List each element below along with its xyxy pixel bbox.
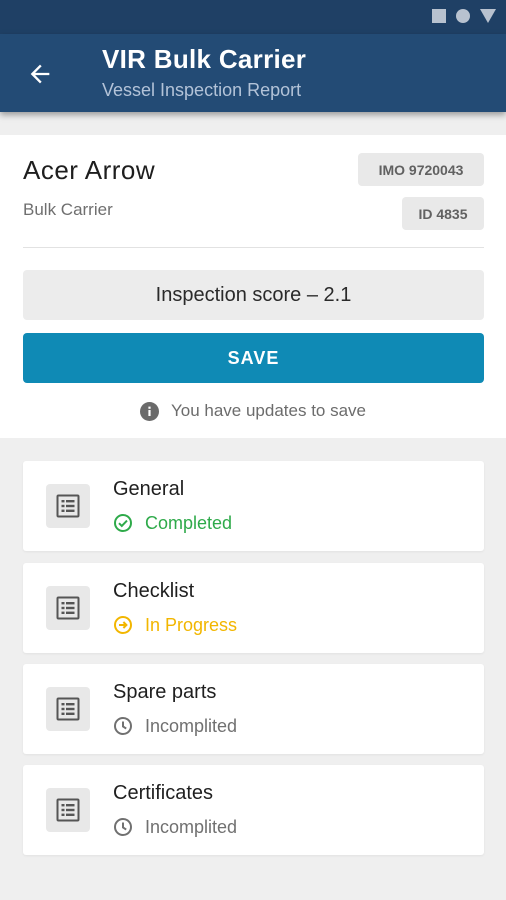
- id-badge: ID 4835: [402, 197, 484, 230]
- vessel-type: Bulk Carrier: [23, 200, 113, 219]
- app-bar: VIR Bulk Carrier Vessel Inspection Repor…: [0, 34, 506, 112]
- section-card-spare-parts[interactable]: Spare parts Incomplited: [23, 664, 484, 754]
- section-card-general[interactable]: General Completed: [23, 461, 484, 551]
- vessel-summary-card: Acer Arrow Bulk Carrier IMO 9720043 ID 4…: [0, 135, 506, 438]
- vessel-name: Acer Arrow: [23, 155, 156, 185]
- clock-icon: [113, 716, 133, 736]
- section-title: Certificates: [113, 782, 214, 804]
- status-label: In Progress: [145, 614, 238, 635]
- back-button[interactable]: [20, 56, 60, 92]
- back-triangle-icon: [480, 9, 496, 23]
- list-document-icon: [46, 484, 90, 528]
- section-title: General: [113, 478, 185, 500]
- app-title: VIR Bulk Carrier: [102, 44, 307, 74]
- arrow-circle-icon: [113, 615, 133, 635]
- recent-apps-square-icon: [432, 9, 446, 23]
- list-document-icon: [46, 788, 90, 832]
- inspection-score: Inspection score – 2.1: [23, 270, 484, 320]
- section-status: Incomplited: [113, 816, 237, 838]
- section-card-certificates[interactable]: Certificates Incomplited: [23, 765, 484, 855]
- status-label: Incomplited: [145, 816, 238, 837]
- info-icon: [139, 401, 159, 421]
- app-subtitle: Vessel Inspection Report: [102, 80, 302, 100]
- save-button[interactable]: SAVE: [23, 333, 484, 383]
- status-label: Completed: [145, 512, 233, 533]
- arrow-back-icon: [30, 64, 50, 84]
- notice-text: You have updates to save: [170, 401, 367, 420]
- section-status: Completed: [113, 512, 232, 534]
- clock-icon: [113, 817, 133, 837]
- unsaved-updates-notice: You have updates to save: [0, 399, 506, 423]
- list-document-icon: [46, 586, 90, 630]
- divider: [23, 247, 484, 248]
- home-circle-icon: [456, 9, 470, 23]
- imo-badge: IMO 9720043: [358, 153, 484, 186]
- status-label: Incomplited: [145, 715, 238, 736]
- check-circle-icon: [113, 513, 133, 533]
- section-status: Incomplited: [113, 715, 237, 737]
- section-title: Spare parts: [113, 681, 217, 703]
- list-document-icon: [46, 687, 90, 731]
- section-status: In Progress: [113, 614, 237, 636]
- system-status-bar: [0, 0, 506, 34]
- section-title: Checklist: [113, 580, 195, 602]
- section-card-checklist[interactable]: Checklist In Progress: [23, 563, 484, 653]
